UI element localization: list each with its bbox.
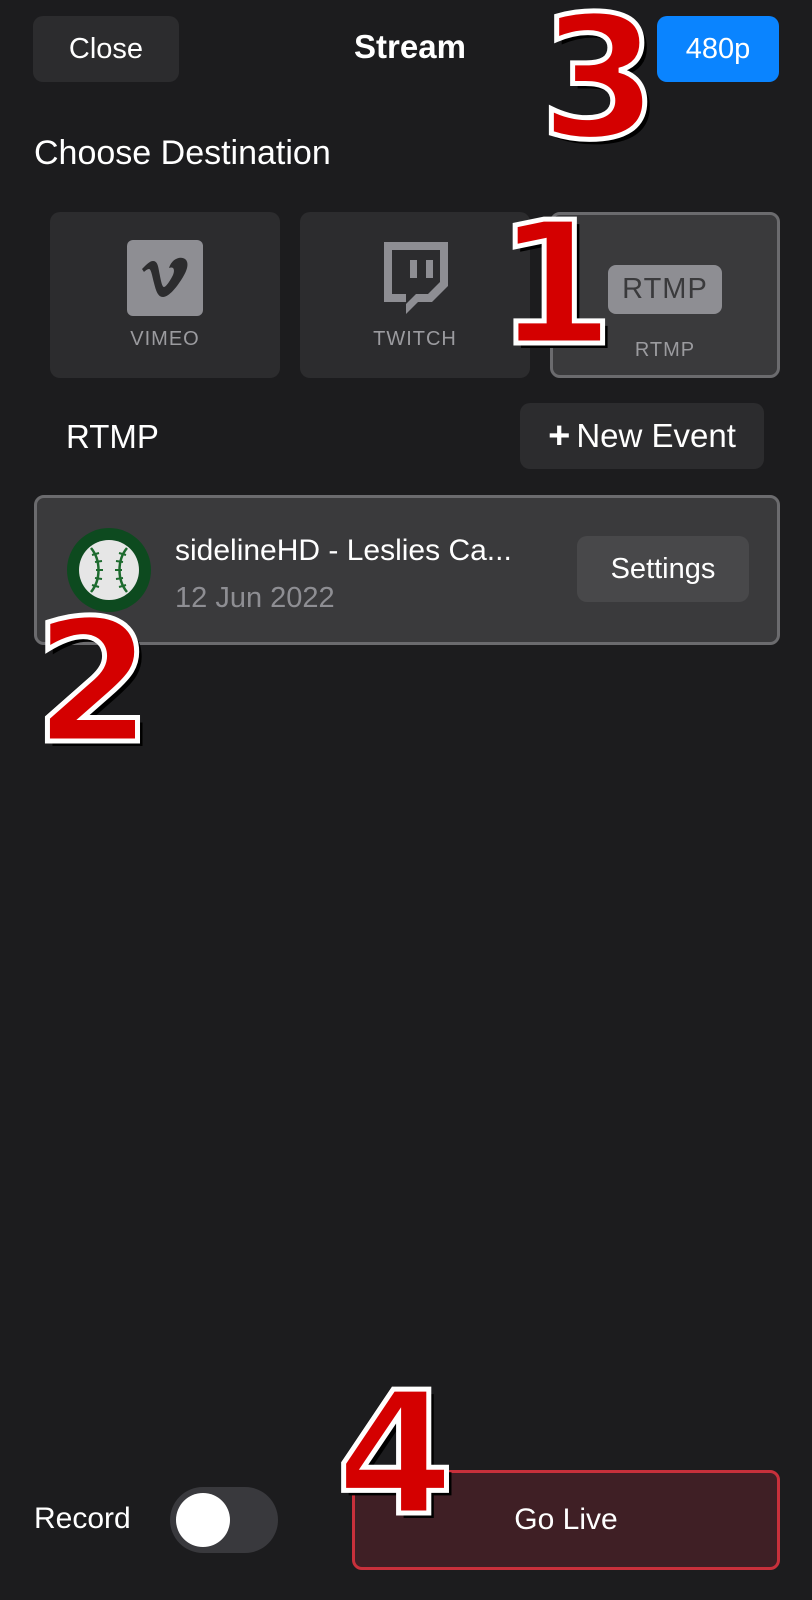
annotation-number: 2 bbox=[31, 584, 154, 782]
settings-button[interactable]: Settings bbox=[577, 536, 749, 602]
event-date: 12 Jun 2022 bbox=[175, 582, 335, 614]
new-event-button[interactable]: + New Event bbox=[520, 403, 764, 469]
annotation-number: 3 bbox=[537, 0, 660, 178]
rtmp-section-heading: RTMP bbox=[66, 418, 159, 455]
page-title: Stream bbox=[354, 28, 466, 65]
choose-destination-heading: Choose Destination bbox=[34, 134, 331, 172]
annotation-number: 4 bbox=[333, 1356, 456, 1554]
twitch-icon bbox=[377, 240, 453, 316]
event-title: sidelineHD - Leslies Ca... bbox=[175, 534, 512, 567]
plus-icon: + bbox=[548, 414, 571, 457]
record-toggle[interactable] bbox=[170, 1487, 278, 1553]
new-event-label: New Event bbox=[576, 417, 736, 454]
rtmp-badge: RTMP bbox=[608, 264, 722, 314]
rtmp-icon: RTMP bbox=[608, 251, 722, 327]
destination-label: TWITCH bbox=[373, 328, 457, 350]
toggle-knob bbox=[176, 1493, 230, 1547]
annotation-number: 1 bbox=[493, 186, 616, 384]
vimeo-icon bbox=[127, 240, 203, 316]
destination-label: VIMEO bbox=[130, 328, 200, 350]
close-button[interactable]: Close bbox=[33, 16, 179, 82]
resolution-button[interactable]: 480p bbox=[657, 16, 779, 82]
destination-vimeo[interactable]: VIMEO bbox=[50, 212, 280, 378]
record-label: Record bbox=[34, 1502, 131, 1535]
destination-label: RTMP bbox=[634, 339, 696, 361]
